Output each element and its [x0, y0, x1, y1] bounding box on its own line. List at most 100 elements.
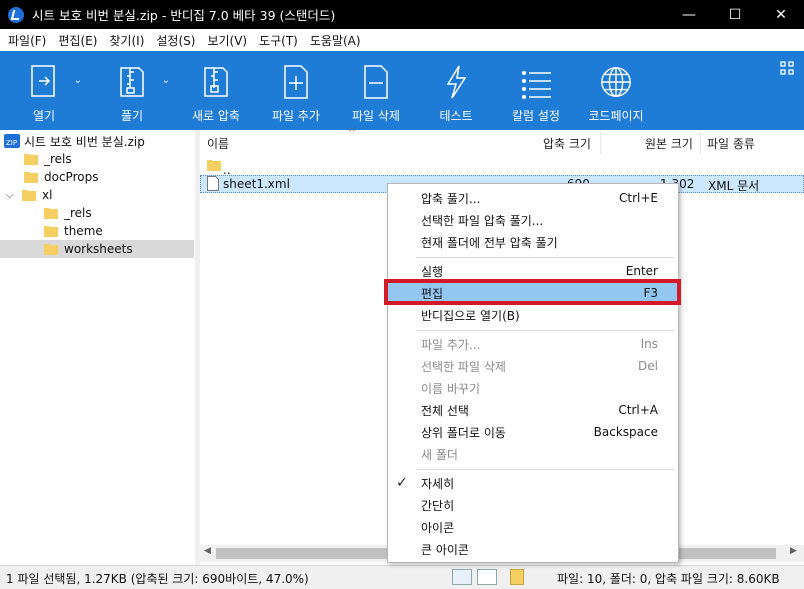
tree-item-label: xl [42, 188, 53, 202]
tree-item-label: _rels [64, 206, 92, 220]
zip-icon: ZIP [4, 134, 20, 148]
folder-icon [44, 206, 58, 220]
test-button[interactable]: 테스트 [416, 51, 496, 130]
extract-icon [115, 63, 149, 101]
chevron-down-icon[interactable]: ⌄ [162, 75, 170, 86]
column-header-type[interactable]: 파일 종류 [707, 130, 755, 156]
menu-item-extract[interactable]: 압축 풀기... Ctrl+E [388, 187, 678, 209]
menu-item-extract-here[interactable]: 현재 폴더에 전부 압축 풀기 [388, 231, 678, 253]
checkmark-icon: ✓ [396, 475, 408, 491]
new-archive-icon [199, 63, 233, 101]
tree-item-label: theme [64, 224, 103, 238]
tree-item-label: worksheets [64, 242, 133, 256]
menu-item-new-folder[interactable]: 새 폴더 [388, 443, 678, 465]
row-type: XML 문서 [708, 179, 760, 193]
folder-icon [24, 170, 38, 184]
delete-file-button[interactable]: 파일 삭제 [336, 51, 416, 130]
tree-item-rels[interactable]: _rels [24, 150, 72, 168]
menu-tools[interactable]: 도구(T) [253, 32, 304, 49]
menu-item-rename[interactable]: 이름 바꾸기 [388, 377, 678, 399]
column-header-name[interactable]: 이름 [207, 130, 229, 156]
folder-icon [24, 152, 38, 166]
menu-help[interactable]: 도움말(A) [304, 32, 367, 49]
menu-item-list-view[interactable]: 간단히 [388, 494, 678, 516]
tree-item-xl-rels[interactable]: _rels [44, 204, 92, 222]
columns-label: 칼럼 설정 [512, 109, 560, 123]
table-row[interactable]: .. [200, 157, 804, 177]
row-name: sheet1.xml [223, 177, 290, 191]
close-button[interactable]: ✕ [758, 0, 804, 29]
open-label: 열기 [32, 109, 56, 123]
column-header-size[interactable]: 원본 크기 [645, 130, 693, 156]
open-archive-icon [27, 63, 61, 101]
tree-item-theme[interactable]: theme [44, 222, 103, 240]
tree-item-worksheets[interactable]: worksheets [0, 240, 194, 258]
chevron-down-icon[interactable]: ⌵ [6, 190, 18, 201]
minimize-button[interactable]: — [666, 0, 712, 29]
highlight-annotation-box [384, 279, 681, 305]
delete-file-icon [359, 63, 393, 101]
menu-bar: 파일(F) 편집(E) 찾기(I) 설정(S) 보기(V) 도구(T) 도움말(… [0, 29, 804, 51]
add-file-button[interactable]: 파일 추가 [256, 51, 336, 130]
icon-view-icon[interactable] [477, 569, 497, 585]
open-button[interactable]: ⌄ 열기 [0, 51, 88, 130]
columns-icon [519, 63, 553, 101]
sort-ascending-icon: ^ [348, 128, 356, 138]
add-file-icon [279, 63, 313, 101]
menu-item-icon-view[interactable]: 아이콘 [388, 516, 678, 538]
tree-root-label: 시트 보호 비번 분실.zip [24, 134, 145, 149]
tree-item-label: _rels [44, 152, 72, 166]
menu-item-details-view[interactable]: ✓ 자세히 [388, 472, 678, 494]
status-bar: 1 파일 선택됨, 1.27KB (압축된 크기: 690바이트, 47.0%)… [0, 565, 804, 589]
tree-item-label: docProps [44, 170, 99, 184]
menu-item-large-icon-view[interactable]: 큰 아이콘 [388, 538, 678, 560]
tree-item-xl[interactable]: ⌵ xl [6, 186, 52, 204]
menu-item-extract-selected[interactable]: 선택한 파일 압축 풀기... [388, 209, 678, 231]
chevron-down-icon[interactable]: ⌄ [74, 75, 82, 86]
status-selection: 1 파일 선택됨, 1.27KB (압축된 크기: 690바이트, 47.0%) [6, 572, 309, 586]
tree-root[interactable]: ZIP 시트 보호 비번 분실.zip [4, 132, 145, 150]
context-menu: 압축 풀기... Ctrl+E 선택한 파일 압축 풀기... 현재 폴더에 전부… [387, 183, 679, 563]
column-header-packed[interactable]: 압축 크기 [543, 130, 591, 156]
delete-file-label: 파일 삭제 [352, 109, 400, 123]
menu-find[interactable]: 찾기(I) [103, 32, 150, 49]
globe-icon [599, 63, 633, 101]
columns-button[interactable]: 칼럼 설정 [496, 51, 576, 130]
test-label: 테스트 [439, 109, 473, 123]
window-title: 시트 보호 비번 분실.zip - 반디집 7.0 베타 39 (스탠더드) [32, 8, 336, 23]
svg-text:ZIP: ZIP [6, 139, 17, 147]
layout-toggle-icon[interactable] [780, 61, 794, 75]
menu-settings[interactable]: 설정(S) [150, 32, 201, 49]
tree-item-docprops[interactable]: docProps [24, 168, 98, 186]
menu-item-select-all[interactable]: 전체 선택 Ctrl+A [388, 399, 678, 421]
menu-item-open-with-bandizip[interactable]: 반디집으로 열기(B) [388, 304, 678, 326]
archive-info-icon[interactable] [510, 569, 524, 585]
folder-icon [44, 224, 58, 238]
extract-button[interactable]: ⌄ 풀기 [88, 51, 176, 130]
details-view-icon[interactable] [452, 569, 472, 585]
menu-file[interactable]: 파일(F) [2, 32, 52, 49]
codepage-label: 코드페이지 [588, 109, 644, 123]
folder-icon [44, 242, 58, 256]
status-archive: 파일: 10, 폴더: 0, 압축 파일 크기: 8.60KB [557, 572, 780, 586]
folder-tree: ZIP 시트 보호 비번 분실.zip _rels docProps ⌵ xl … [0, 130, 195, 565]
extract-label: 풀기 [120, 109, 144, 123]
scroll-left-icon[interactable]: ◀ [204, 546, 211, 556]
bandizip-app-icon [8, 6, 24, 23]
maximize-button[interactable]: ☐ [712, 0, 758, 29]
menu-edit[interactable]: 편집(E) [52, 32, 103, 49]
codepage-button[interactable]: 코드페이지 [576, 51, 656, 130]
new-archive-button[interactable]: 새로 압축 [176, 51, 256, 130]
folder-icon [22, 188, 36, 202]
menu-item-parent-folder[interactable]: 상위 폴더로 이동 Backspace [388, 421, 678, 443]
add-file-label: 파일 추가 [272, 109, 320, 123]
file-icon [207, 176, 219, 194]
folder-icon [207, 158, 221, 175]
menu-item-add-file[interactable]: 파일 추가... Ins [388, 333, 678, 355]
new-archive-label: 새로 압축 [192, 109, 240, 123]
toolbar: ⌄ 열기 ⌄ 풀기 새로 압축 파일 추가 파일 삭제 테스트 칼럼 설정 코드… [0, 51, 804, 130]
scroll-right-icon[interactable]: ▶ [790, 546, 797, 556]
test-icon [439, 63, 473, 101]
menu-item-delete-selected[interactable]: 선택한 파일 삭제 Del [388, 355, 678, 377]
menu-view[interactable]: 보기(V) [201, 32, 253, 49]
